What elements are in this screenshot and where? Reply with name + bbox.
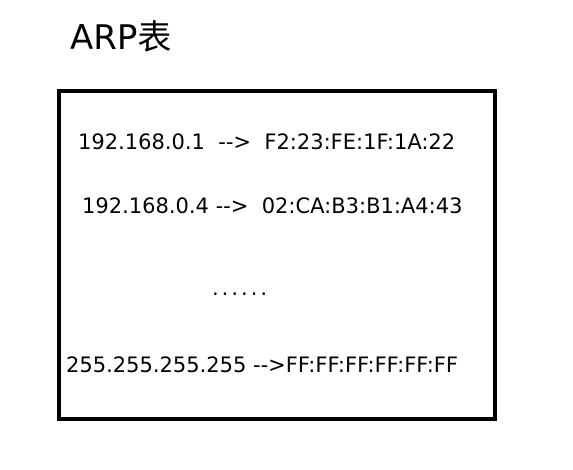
- arp-entry: 192.168.0.4 --> 02:CA:B3:B1:A4:43: [82, 194, 463, 218]
- arp-table-title: ARP表: [70, 18, 172, 58]
- arp-entry: 192.168.0.1 --> F2:23:FE:1F:1A:22: [78, 130, 456, 154]
- arp-entry-broadcast: 255.255.255.255 -->FF:FF:FF:FF:FF:FF: [66, 353, 458, 377]
- ellipsis: ......: [212, 276, 271, 300]
